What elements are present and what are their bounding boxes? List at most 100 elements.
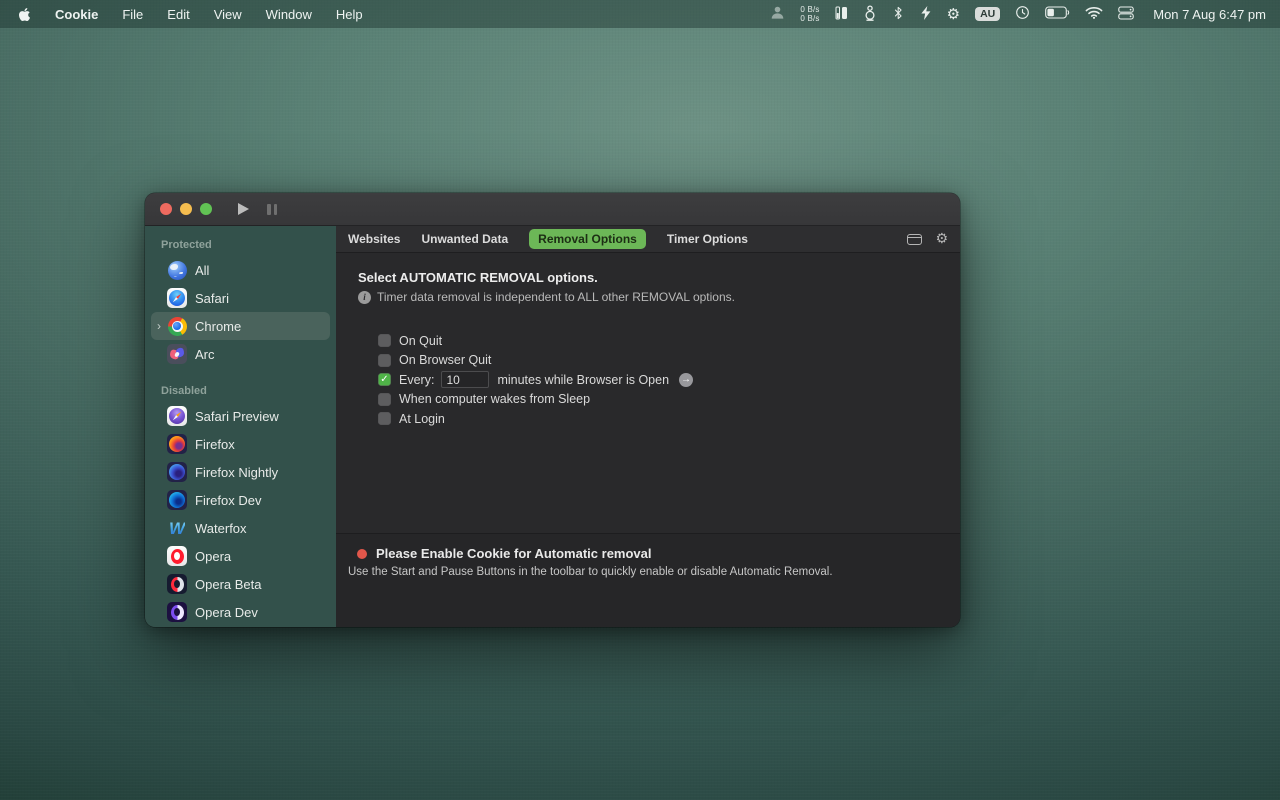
bluetooth-icon[interactable]	[892, 5, 904, 24]
browser-sidebar: Protected All Safari › Chrome	[145, 226, 336, 627]
sidebar-item-arc[interactable]: Arc	[151, 340, 330, 368]
apple-menu[interactable]	[18, 7, 31, 22]
option-label: At Login	[399, 412, 445, 426]
option-suffix: minutes while Browser is Open	[497, 373, 669, 387]
figure-app-icon[interactable]	[863, 5, 877, 24]
start-button[interactable]	[238, 203, 249, 215]
section-label-protected: Protected	[145, 236, 336, 256]
window-titlebar[interactable]	[145, 193, 960, 226]
option-label: On Quit	[399, 334, 442, 348]
istat-menus-icon[interactable]	[835, 5, 848, 24]
sidebar-item-firefox[interactable]: Firefox	[151, 430, 330, 458]
opera-beta-icon	[167, 574, 187, 594]
keyboard-layout-badge[interactable]: AU	[975, 7, 1000, 22]
tab-websites[interactable]: Websites	[348, 232, 400, 246]
download-speed: 0 B/s	[800, 14, 819, 23]
menu-bar: Cookie File Edit View Window Help 0 B/s …	[0, 0, 1280, 28]
user-status-icon[interactable]	[770, 5, 785, 23]
option-label: On Browser Quit	[399, 353, 491, 367]
main-panel: Websites Unwanted Data Removal Options T…	[336, 226, 960, 627]
every-interval-checkbox[interactable]: ✓	[378, 373, 391, 386]
at-login-checkbox[interactable]	[378, 412, 391, 425]
removal-options-content: Select AUTOMATIC REMOVAL options. i Time…	[336, 253, 960, 533]
close-button[interactable]	[160, 203, 172, 215]
menu-help[interactable]: Help	[336, 7, 363, 22]
sidebar-item-label: Firefox Nightly	[195, 465, 278, 480]
waterfox-icon: W	[167, 518, 187, 538]
all-browsers-icon	[167, 260, 187, 280]
content-title: Select AUTOMATIC REMOVAL options.	[358, 270, 940, 285]
option-label: Every:	[399, 373, 434, 387]
battery-icon[interactable]	[1045, 6, 1070, 22]
tab-removal-options[interactable]: Removal Options	[529, 229, 646, 249]
sidebar-item-label: Chrome	[195, 319, 241, 334]
network-speed-indicator[interactable]: 0 B/s 0 B/s	[800, 5, 819, 23]
sidebar-item-label: Opera Dev	[195, 605, 258, 620]
firefox-icon	[167, 434, 187, 454]
browser-window-icon[interactable]	[907, 234, 922, 245]
sidebar-item-label: Arc	[195, 347, 215, 362]
sidebar-item-label: Firefox Dev	[195, 493, 261, 508]
status-description: Use the Start and Pause Buttons in the t…	[348, 566, 946, 578]
tab-unwanted-data[interactable]: Unwanted Data	[421, 232, 508, 246]
wake-from-sleep-checkbox[interactable]	[378, 393, 391, 406]
section-label-disabled: Disabled	[145, 382, 336, 402]
minutes-input[interactable]	[441, 371, 489, 388]
gear-menu-icon[interactable]: ⚙	[947, 7, 960, 22]
sidebar-item-safari[interactable]: Safari	[151, 284, 330, 312]
option-on-browser-quit: On Browser Quit	[378, 354, 940, 368]
displays-icon[interactable]	[1118, 6, 1134, 23]
sidebar-item-chrome[interactable]: › Chrome	[151, 312, 330, 340]
apple-logo-icon	[18, 7, 31, 22]
option-at-login: At Login	[378, 412, 940, 426]
menu-edit[interactable]: Edit	[167, 7, 189, 22]
menu-app-name[interactable]: Cookie	[55, 7, 98, 22]
pause-button[interactable]	[267, 204, 277, 215]
sidebar-item-firefox-dev[interactable]: Firefox Dev	[151, 486, 330, 514]
cookie-app-window: Protected All Safari › Chrome	[145, 193, 960, 627]
status-red-dot-icon	[357, 549, 367, 559]
option-every-interval: ✓ Every: minutes while Browser is Open →	[378, 373, 940, 387]
time-machine-icon[interactable]	[1015, 5, 1030, 23]
menu-window[interactable]: Window	[266, 7, 312, 22]
opera-dev-icon	[167, 602, 187, 622]
interval-detail-button[interactable]: →	[679, 373, 693, 387]
sidebar-item-opera-dev[interactable]: Opera Dev	[151, 598, 330, 626]
options-list: On Quit On Browser Quit ✓ Every: minutes…	[378, 334, 940, 426]
wifi-icon[interactable]	[1085, 6, 1103, 22]
sidebar-item-safari-preview[interactable]: Safari Preview	[151, 402, 330, 430]
sidebar-item-label: Waterfox	[195, 521, 247, 536]
safari-icon	[167, 288, 187, 308]
desktop: { "menubar": { "app_name": "Cookie", "me…	[0, 0, 1280, 800]
sidebar-item-waterfox[interactable]: W Waterfox	[151, 514, 330, 542]
sidebar-item-opera-beta[interactable]: Opera Beta	[151, 570, 330, 598]
sidebar-item-label: Safari Preview	[195, 409, 279, 424]
on-browser-quit-checkbox[interactable]	[378, 354, 391, 367]
settings-gear-icon[interactable]: ⚙	[935, 232, 948, 246]
lightning-app-icon[interactable]	[919, 5, 932, 24]
status-title: Please Enable Cookie for Automatic remov…	[376, 546, 652, 561]
sidebar-item-label: Firefox	[195, 437, 235, 452]
sidebar-item-label: Opera Beta	[195, 577, 262, 592]
option-label: When computer wakes from Sleep	[399, 392, 590, 406]
firefox-nightly-icon	[167, 462, 187, 482]
on-quit-checkbox[interactable]	[378, 334, 391, 347]
sidebar-item-all[interactable]: All	[151, 256, 330, 284]
minimize-button[interactable]	[180, 203, 192, 215]
sidebar-item-label: Safari	[195, 291, 229, 306]
menu-view[interactable]: View	[214, 7, 242, 22]
option-wake-from-sleep: When computer wakes from Sleep	[378, 393, 940, 407]
sidebar-item-firefox-nightly[interactable]: Firefox Nightly	[151, 458, 330, 486]
upload-speed: 0 B/s	[800, 5, 819, 14]
option-on-quit: On Quit	[378, 334, 940, 348]
zoom-button[interactable]	[200, 203, 212, 215]
opera-icon	[167, 546, 187, 566]
menu-file[interactable]: File	[122, 7, 143, 22]
menubar-clock[interactable]: Mon 7 Aug 6:47 pm	[1153, 7, 1266, 22]
sidebar-item-label: All	[195, 263, 209, 278]
sidebar-item-opera[interactable]: Opera	[151, 542, 330, 570]
tab-bar: Websites Unwanted Data Removal Options T…	[336, 226, 960, 253]
chrome-icon	[167, 316, 187, 336]
tab-timer-options[interactable]: Timer Options	[667, 232, 748, 246]
safari-preview-icon	[167, 406, 187, 426]
